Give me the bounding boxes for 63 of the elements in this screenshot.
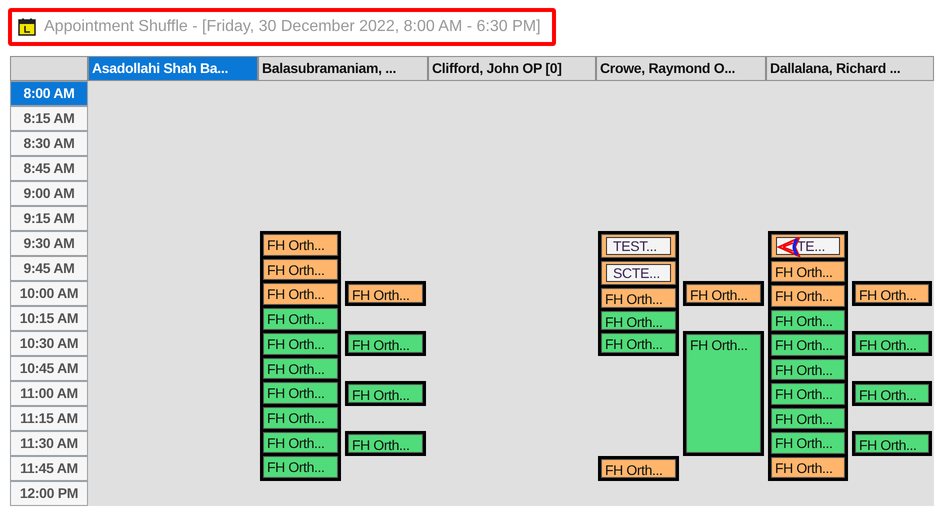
appointment-block[interactable]: FH Orth... xyxy=(855,284,929,303)
appointment-block[interactable]: FH Orth... xyxy=(348,284,423,303)
time-slot-label[interactable]: 9:30 AM xyxy=(10,231,88,256)
appointment-block[interactable]: FH Orth... xyxy=(855,434,929,453)
appointment-block[interactable]: FH Orth... xyxy=(601,333,676,354)
appointment-block[interactable]: FH Orth... xyxy=(263,258,338,280)
appointment-block[interactable]: TE... xyxy=(771,234,845,258)
resource-header[interactable]: Clifford, John OP [0] xyxy=(428,56,596,81)
time-slot-label[interactable]: 10:45 AM xyxy=(10,356,88,381)
note-label: SCTE... xyxy=(606,264,671,282)
note-label: TE... xyxy=(776,237,840,255)
appointment-block[interactable]: FH Orth... xyxy=(601,310,676,330)
appointment-block[interactable]: FH Orth... xyxy=(263,234,338,256)
appointment-block[interactable]: FH Orth... xyxy=(263,432,338,454)
appointment-block[interactable]: FH Orth... xyxy=(855,334,929,353)
appointment-block[interactable]: TEST... xyxy=(601,234,676,258)
resource-header[interactable]: Crowe, Raymond O... xyxy=(596,56,766,81)
appointment-block[interactable]: FH Orth... xyxy=(771,358,845,380)
time-slot-label[interactable]: 10:30 AM xyxy=(10,331,88,356)
appointment-block[interactable]: FH Orth... xyxy=(263,406,338,429)
time-slot-label[interactable]: 11:30 AM xyxy=(10,431,88,456)
resource-header[interactable]: Dallalana, Richard ... xyxy=(766,56,934,81)
appointment-block[interactable]: FH Orth... xyxy=(263,382,338,404)
appointment-block[interactable]: FH Orth... xyxy=(771,432,845,454)
appointment-block[interactable]: FH Orth... xyxy=(771,310,845,332)
resource-header[interactable]: Balasubramaniam, ... xyxy=(258,56,428,81)
appointment-block[interactable]: FH Orth... xyxy=(855,384,929,403)
appointment-block[interactable]: FH Orth... xyxy=(348,434,423,453)
appointment-block[interactable]: FH Orth... xyxy=(348,384,423,403)
appointment-block[interactable]: FH Orth... xyxy=(263,358,338,380)
time-slot-label[interactable]: 11:15 AM xyxy=(10,406,88,431)
appointment-block[interactable]: FH Orth... xyxy=(771,261,845,282)
appointment-block[interactable]: FH Orth... xyxy=(601,288,676,308)
appointment-block[interactable]: FH Orth... xyxy=(686,284,761,303)
appointment-block[interactable]: SCTE... xyxy=(601,261,676,285)
appointment-block[interactable]: FH Orth... xyxy=(263,308,338,330)
time-slot-label[interactable]: 9:45 AM xyxy=(10,256,88,281)
time-slot-label[interactable]: 8:15 AM xyxy=(10,106,88,131)
appointment-block[interactable]: FH Orth... xyxy=(771,408,845,430)
appointment-block[interactable]: FH Orth... xyxy=(771,383,845,405)
appointment-block[interactable]: FH Orth... xyxy=(771,285,845,307)
time-slot-label[interactable]: 9:00 AM xyxy=(10,181,88,206)
window-title: Appointment Shuffle - [Friday, 30 December 2022, 8:00 AM - 6:30 PM] xyxy=(44,18,541,36)
time-slot-label[interactable]: 10:00 AM xyxy=(10,281,88,306)
appointment-block[interactable]: FH Orth... xyxy=(263,332,338,355)
calendar-icon xyxy=(18,18,36,36)
note-label: TEST... xyxy=(606,237,671,255)
time-slot-label[interactable]: 11:00 AM xyxy=(10,381,88,406)
appointment-block[interactable]: FH Orth... xyxy=(771,334,845,356)
time-slot-label[interactable]: 8:30 AM xyxy=(10,131,88,156)
appointment-block[interactable]: FH Orth... xyxy=(348,334,423,353)
appointment-block[interactable]: FH Orth... xyxy=(771,456,845,478)
appointment-block[interactable]: FH Orth... xyxy=(263,283,338,306)
time-slot-label[interactable]: 11:45 AM xyxy=(10,456,88,481)
time-slot-label[interactable]: 9:15 AM xyxy=(10,206,88,231)
resource-header[interactable]: Asadollahi Shah Ba... xyxy=(88,56,258,81)
appointment-block[interactable]: FH Orth... xyxy=(263,456,338,478)
appointment-block[interactable]: FH Orth... xyxy=(686,334,761,453)
time-slot-label[interactable]: 8:00 AM xyxy=(10,81,88,106)
time-slot-label[interactable]: 8:45 AM xyxy=(10,156,88,181)
time-slot-label[interactable]: 10:15 AM xyxy=(10,306,88,331)
time-slot-label[interactable]: 12:00 PM xyxy=(10,481,88,506)
appointment-block[interactable]: FH Orth... xyxy=(601,459,676,478)
